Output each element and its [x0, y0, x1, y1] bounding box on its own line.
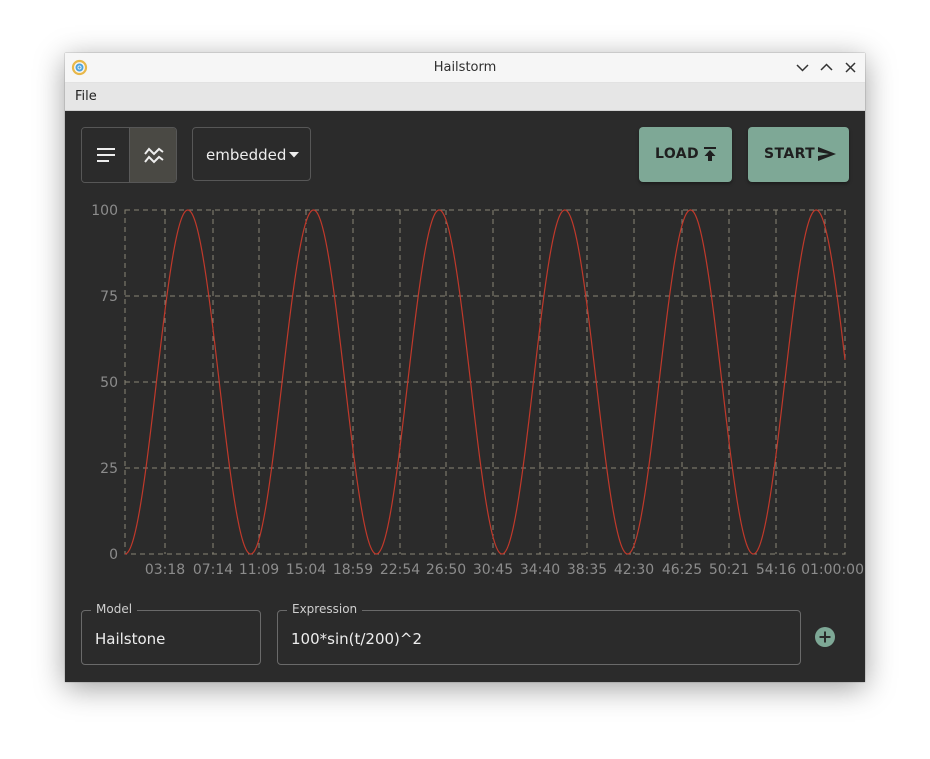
- x-tick-label: 38:35: [567, 562, 607, 578]
- upload-icon: [704, 147, 716, 161]
- model-field-value: Hailstone: [95, 630, 166, 648]
- start-button[interactable]: START: [748, 127, 849, 182]
- minimize-icon[interactable]: [794, 59, 811, 76]
- close-icon[interactable]: [842, 59, 859, 76]
- y-tick-label: 100: [91, 203, 118, 219]
- expression-field-value: 100*sin(t/200)^2: [291, 630, 423, 648]
- x-tick-label: 15:04: [286, 562, 326, 578]
- y-tick-label: 75: [100, 289, 118, 305]
- start-button-label: START: [764, 146, 816, 162]
- y-tick-label: 25: [100, 461, 118, 477]
- menu-bar: File: [65, 83, 865, 111]
- chart-svg: 0 25 50 75 100 03:18 07:14 11:09 15:04 18:59 22:54…: [91, 203, 864, 578]
- menu-file[interactable]: File: [75, 89, 97, 104]
- load-button[interactable]: LOAD: [639, 127, 732, 182]
- x-tick-label: 03:18: [145, 562, 185, 578]
- load-button-label: LOAD: [655, 146, 700, 162]
- x-tick-label: 01:00:00: [801, 562, 864, 578]
- add-expression-button[interactable]: [815, 627, 835, 647]
- app-window: Hailstorm File embedded LOAD START 0 25 …: [65, 53, 865, 682]
- main-content: embedded LOAD START 0 25 50 75 100 03:18 07:14…: [65, 111, 865, 682]
- x-tick-label: 11:09: [239, 562, 279, 578]
- chart[interactable]: 0 25 50 75 100 03:18 07:14 11:09 15:04 18:59 22:54…: [65, 195, 865, 595]
- list-view-toggle[interactable]: [82, 128, 129, 182]
- maximize-icon[interactable]: [818, 59, 835, 76]
- x-tick-label: 26:50: [426, 562, 466, 578]
- x-tick-label: 22:54: [380, 562, 420, 578]
- x-tick-label: 07:14: [193, 562, 233, 578]
- title-bar: Hailstorm: [65, 53, 865, 83]
- y-tick-label: 0: [109, 547, 118, 563]
- list-icon: [97, 148, 115, 162]
- x-tick-label: 42:30: [614, 562, 654, 578]
- waveform-icon: [144, 147, 164, 164]
- x-tick-label: 34:40: [520, 562, 560, 578]
- expression-field[interactable]: Expression 100*sin(t/200)^2: [277, 602, 801, 665]
- mode-select-value: embedded: [206, 146, 287, 164]
- send-icon: [818, 147, 836, 161]
- expression-field-label: Expression: [287, 602, 363, 616]
- x-tick-label: 54:16: [756, 562, 796, 578]
- y-tick-label: 50: [100, 375, 118, 391]
- caret-down-icon: [289, 152, 299, 158]
- x-tick-label: 30:45: [473, 562, 513, 578]
- x-tick-label: 50:21: [709, 562, 749, 578]
- window-title: Hailstorm: [433, 60, 497, 75]
- x-tick-label: 18:59: [333, 562, 373, 578]
- mode-select[interactable]: embedded: [192, 127, 311, 181]
- model-field[interactable]: Model Hailstone: [81, 602, 261, 665]
- chart-view-toggle[interactable]: [129, 128, 176, 182]
- x-tick-label: 46:25: [662, 562, 702, 578]
- add-circle-icon: [819, 631, 831, 643]
- model-field-label: Model: [91, 602, 138, 616]
- view-toggle-group: [81, 127, 177, 183]
